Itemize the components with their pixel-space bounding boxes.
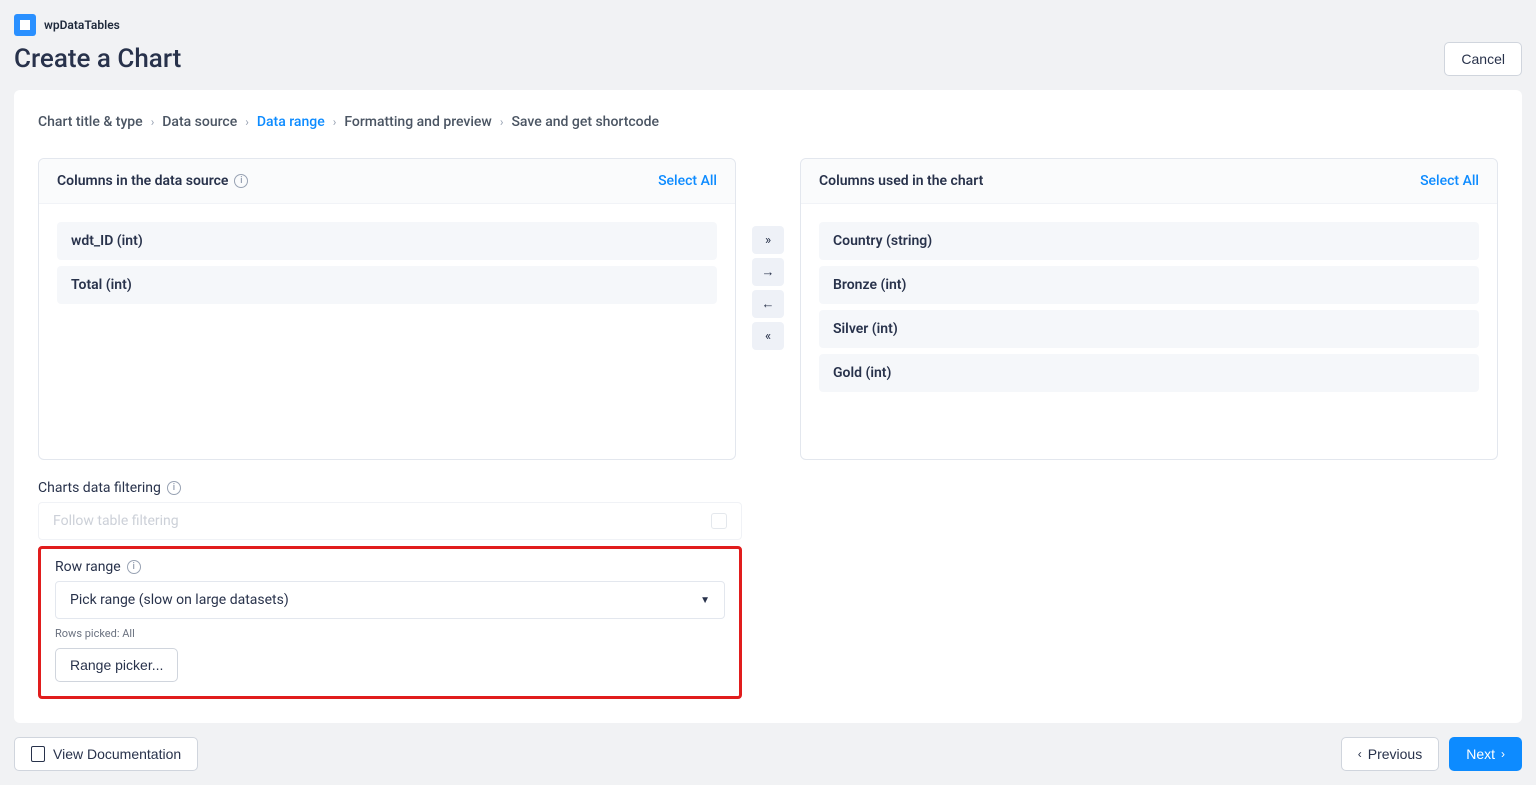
range-picker-button[interactable]: Range picker... bbox=[55, 648, 178, 682]
next-button[interactable]: Next › bbox=[1449, 737, 1522, 771]
view-docs-label: View Documentation bbox=[53, 746, 181, 762]
source-columns-panel: Columns in the data source i Select All … bbox=[38, 158, 736, 460]
filtering-label: Charts data filtering bbox=[38, 480, 161, 496]
rows-picked-text: Rows picked: All bbox=[55, 627, 725, 640]
double-chevron-left-icon: « bbox=[765, 329, 771, 344]
source-panel-title: Columns in the data source bbox=[57, 173, 228, 189]
shuttle-controls: » → ← « bbox=[752, 158, 784, 350]
source-column-item[interactable]: Total (int) bbox=[57, 266, 717, 304]
arrow-left-icon: ← bbox=[762, 296, 775, 312]
breadcrumb-step-save[interactable]: Save and get shortcode bbox=[511, 114, 659, 130]
chevron-right-icon: › bbox=[333, 115, 337, 129]
brand: wpDataTables bbox=[14, 14, 1522, 36]
move-left-button[interactable]: ← bbox=[752, 290, 784, 318]
used-column-item[interactable]: Bronze (int) bbox=[819, 266, 1479, 304]
breadcrumb-step-data-source[interactable]: Data source bbox=[162, 114, 237, 130]
page-title: Create a Chart bbox=[14, 44, 181, 74]
row-range-label: Row range bbox=[55, 559, 121, 575]
next-label: Next bbox=[1466, 746, 1495, 762]
info-icon[interactable]: i bbox=[167, 481, 181, 495]
info-icon[interactable]: i bbox=[127, 560, 141, 574]
document-icon bbox=[31, 746, 45, 762]
info-icon[interactable]: i bbox=[234, 174, 248, 188]
breadcrumb: Chart title & type › Data source › Data … bbox=[38, 114, 1498, 130]
arrow-right-icon: → bbox=[762, 264, 775, 280]
used-panel-title: Columns used in the chart bbox=[819, 173, 983, 189]
breadcrumb-step-formatting[interactable]: Formatting and preview bbox=[344, 114, 492, 130]
move-all-right-button[interactable]: » bbox=[752, 226, 784, 254]
chevron-right-icon: › bbox=[500, 115, 504, 129]
breadcrumb-step-data-range[interactable]: Data range bbox=[257, 114, 325, 130]
row-range-value: Pick range (slow on large datasets) bbox=[70, 592, 289, 608]
chevron-right-icon: › bbox=[151, 115, 155, 129]
used-column-item[interactable]: Silver (int) bbox=[819, 310, 1479, 348]
follow-filtering-text: Follow table filtering bbox=[53, 513, 179, 529]
chevron-right-icon: › bbox=[1501, 747, 1505, 761]
row-range-highlight: Row range i Pick range (slow on large da… bbox=[38, 546, 742, 699]
source-column-item[interactable]: wdt_ID (int) bbox=[57, 222, 717, 260]
main-card: Chart title & type › Data source › Data … bbox=[14, 90, 1522, 723]
caret-down-icon: ▼ bbox=[700, 595, 710, 606]
previous-button[interactable]: ‹ Previous bbox=[1341, 737, 1439, 771]
checkbox-icon bbox=[711, 513, 727, 529]
breadcrumb-step-title-type[interactable]: Chart title & type bbox=[38, 114, 143, 130]
double-chevron-right-icon: » bbox=[765, 233, 771, 248]
cancel-button[interactable]: Cancel bbox=[1444, 42, 1522, 76]
used-select-all[interactable]: Select All bbox=[1420, 173, 1479, 189]
source-select-all[interactable]: Select All bbox=[658, 173, 717, 189]
used-column-item[interactable]: Gold (int) bbox=[819, 354, 1479, 392]
chevron-right-icon: › bbox=[245, 115, 249, 129]
move-all-left-button[interactable]: « bbox=[752, 322, 784, 350]
brand-logo-icon bbox=[14, 14, 36, 36]
brand-name: wpDataTables bbox=[44, 18, 120, 32]
used-column-item[interactable]: Country (string) bbox=[819, 222, 1479, 260]
row-range-select[interactable]: Pick range (slow on large datasets) ▼ bbox=[55, 581, 725, 619]
move-right-button[interactable]: → bbox=[752, 258, 784, 286]
view-documentation-button[interactable]: View Documentation bbox=[14, 737, 198, 771]
follow-table-filtering-toggle: Follow table filtering bbox=[38, 502, 742, 540]
previous-label: Previous bbox=[1368, 746, 1422, 762]
used-columns-panel: Columns used in the chart Select All Cou… bbox=[800, 158, 1498, 460]
chevron-left-icon: ‹ bbox=[1358, 747, 1362, 761]
